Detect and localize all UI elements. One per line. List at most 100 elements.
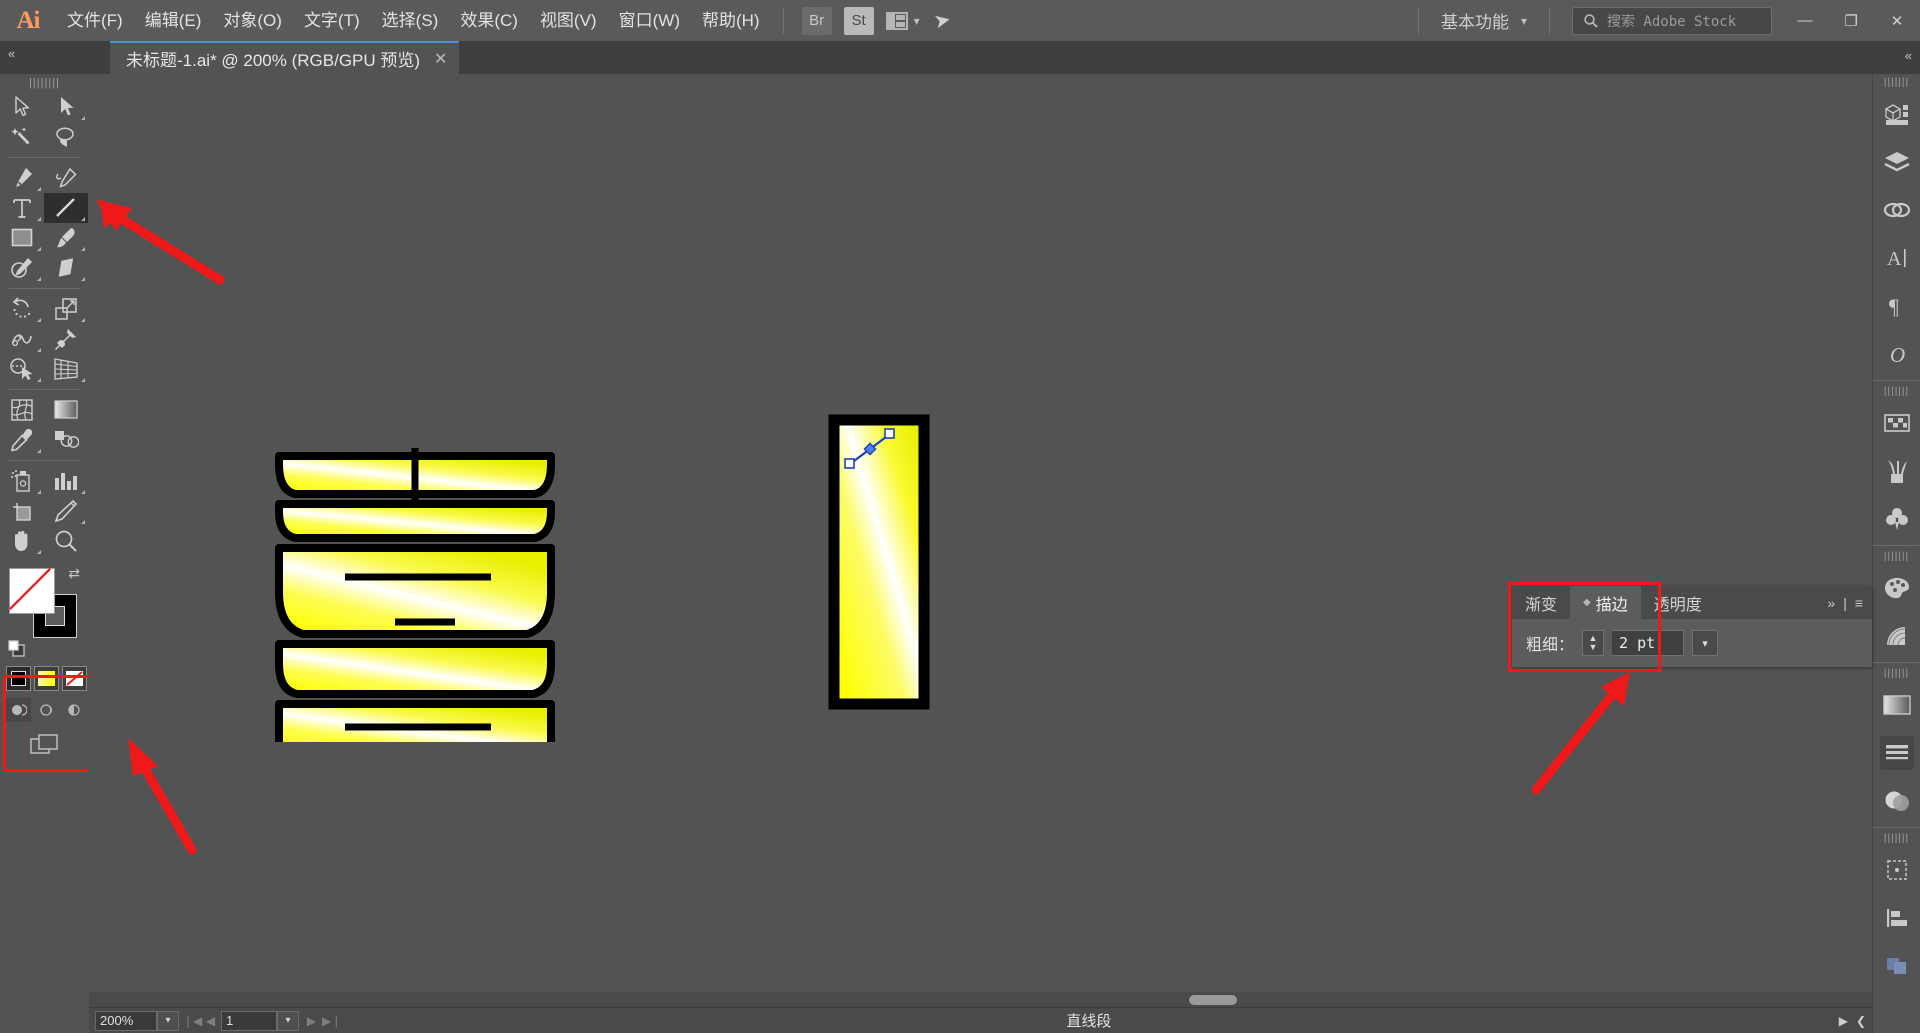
canvas-horizontal-scrollbar[interactable] <box>89 992 1872 1007</box>
slice-tool[interactable] <box>44 496 88 526</box>
stroke-weight-dropdown[interactable]: ▾ <box>1692 630 1719 656</box>
magic-wand-tool[interactable] <box>0 122 44 152</box>
panel-overflow-button[interactable]: » <box>1827 595 1835 611</box>
symbols-icon[interactable] <box>1873 495 1920 543</box>
none-button[interactable] <box>62 666 87 691</box>
document-tab[interactable]: 未标题-1.ai* @ 200% (RGB/GPU 预览) ✕ <box>110 41 460 74</box>
glyphs-icon[interactable]: O <box>1873 330 1920 378</box>
width-tool[interactable] <box>0 324 44 354</box>
properties-icon[interactable] <box>1873 90 1920 138</box>
lasso-tool[interactable] <box>44 122 88 152</box>
pathfinder-icon[interactable] <box>1873 942 1920 990</box>
stroke-weight-input[interactable]: 2 pt <box>1612 630 1685 656</box>
toolbar-collapse-button[interactable]: « <box>8 46 15 61</box>
dock-grip[interactable]: ||||||| <box>1873 383 1920 399</box>
layers-icon[interactable] <box>1873 138 1920 186</box>
scale-tool[interactable] <box>44 294 88 324</box>
chinese-character-xi-artwork[interactable] <box>265 442 565 756</box>
stroke-icon[interactable] <box>1873 729 1920 777</box>
dock-grip[interactable]: ||||||| <box>1873 665 1920 681</box>
zoom-tool[interactable] <box>44 526 88 556</box>
type-tool[interactable] <box>0 193 44 223</box>
dock-grip[interactable]: ||||||| <box>1873 830 1920 846</box>
menu-effect[interactable]: 效果(C) <box>449 0 529 41</box>
color-button[interactable] <box>6 666 31 691</box>
paragraph-icon[interactable]: ¶ <box>1873 282 1920 330</box>
paintbrush-tool[interactable] <box>44 223 88 253</box>
gradient-tool[interactable] <box>44 395 88 425</box>
dock-grip[interactable]: ||||||| <box>1873 74 1920 90</box>
color-icon[interactable] <box>1873 564 1920 612</box>
bridge-icon[interactable]: Br <box>801 6 832 35</box>
draw-behind-button[interactable] <box>34 698 59 722</box>
fill-color-swatch[interactable] <box>8 567 55 614</box>
artboard-number-input[interactable]: 1 <box>221 1010 277 1031</box>
workspace-switcher[interactable]: 基本功能 ▾ <box>1431 8 1537 33</box>
menu-edit[interactable]: 编辑(E) <box>134 0 213 41</box>
vertical-bar-artwork[interactable] <box>828 414 938 719</box>
stock-icon[interactable]: St <box>843 6 874 35</box>
tab-transparency[interactable]: 透明度 <box>1640 586 1715 619</box>
panel-menu-button[interactable]: ≡ <box>1855 595 1863 611</box>
close-button[interactable]: ✕ <box>1874 0 1920 41</box>
default-fill-stroke-icon[interactable] <box>8 640 26 658</box>
perspective-grid-tool[interactable] <box>44 354 88 384</box>
swap-fill-stroke-icon[interactable]: ⇄ <box>68 565 80 582</box>
column-graph-tool[interactable] <box>44 466 88 496</box>
screen-mode-button[interactable] <box>30 734 60 761</box>
menu-help[interactable]: 帮助(H) <box>691 0 771 41</box>
character-icon[interactable]: A <box>1873 234 1920 282</box>
transparency-icon[interactable] <box>1873 777 1920 825</box>
mesh-tool[interactable] <box>0 395 44 425</box>
tab-gradient[interactable]: 渐变 <box>1512 586 1571 619</box>
pen-tool[interactable] <box>0 163 44 193</box>
draw-normal-button[interactable] <box>6 698 31 722</box>
shaper-tool[interactable] <box>0 253 44 283</box>
artboard-tool[interactable] <box>0 496 44 526</box>
dock-grip[interactable]: ||||||| <box>1873 548 1920 564</box>
libraries-icon[interactable] <box>1873 186 1920 234</box>
zoom-dropdown-button[interactable]: ▾ <box>157 1010 179 1031</box>
status-resize-handle[interactable]: ❮ <box>1856 1014 1866 1028</box>
gradient-icon[interactable] <box>1873 681 1920 729</box>
status-menu-button[interactable]: ▶ <box>1839 1014 1848 1028</box>
hand-tool[interactable] <box>0 526 44 556</box>
menu-type[interactable]: 文字(T) <box>293 0 371 41</box>
restore-button[interactable]: ❐ <box>1828 0 1874 41</box>
arrange-documents-button[interactable]: ▾ <box>885 11 920 30</box>
rectangle-tool[interactable] <box>0 223 44 253</box>
line-segment-tool[interactable] <box>44 193 88 223</box>
menu-window[interactable]: 窗口(W) <box>608 0 691 41</box>
eyedropper-tool[interactable] <box>0 425 44 455</box>
direct-selection-tool[interactable] <box>44 92 88 122</box>
artboard-dropdown-button[interactable]: ▾ <box>277 1010 299 1031</box>
free-transform-tool[interactable] <box>44 324 88 354</box>
blend-tool[interactable] <box>44 425 88 455</box>
tab-stroke[interactable]: ◆ 描边 <box>1570 586 1641 619</box>
symbol-sprayer-tool[interactable] <box>0 466 44 496</box>
color-guide-icon[interactable] <box>1873 612 1920 660</box>
dock-collapse-button[interactable]: « <box>1905 48 1912 63</box>
swatches-icon[interactable] <box>1873 399 1920 447</box>
scrollbar-thumb[interactable] <box>1189 995 1237 1005</box>
stroke-weight-stepper[interactable]: ▲ ▼ <box>1582 630 1605 656</box>
next-artboard-button[interactable]: ▶ <box>303 1014 320 1028</box>
rotate-tool[interactable] <box>0 294 44 324</box>
toolbar-grip[interactable]: |||||||| <box>0 74 89 92</box>
eraser-tool[interactable] <box>44 253 88 283</box>
stock-search-input[interactable]: 搜索 Adobe Stock <box>1572 6 1772 35</box>
minimize-button[interactable]: — <box>1782 0 1828 41</box>
prev-artboard-button[interactable]: ◀ <box>202 1014 219 1028</box>
menu-object[interactable]: 对象(O) <box>212 0 293 41</box>
last-artboard-button[interactable]: ▶❘ <box>322 1014 341 1028</box>
zoom-level-input[interactable]: 200% <box>95 1010 157 1031</box>
rocket-icon[interactable]: ➤ <box>931 7 953 35</box>
first-artboard-button[interactable]: ❘◀ <box>183 1014 202 1028</box>
shape-builder-tool[interactable] <box>0 354 44 384</box>
menu-view[interactable]: 视图(V) <box>529 0 608 41</box>
transform-icon[interactable] <box>1873 846 1920 894</box>
menu-select[interactable]: 选择(S) <box>371 0 450 41</box>
brushes-icon[interactable] <box>1873 447 1920 495</box>
menu-file[interactable]: 文件(F) <box>56 0 134 41</box>
align-icon[interactable] <box>1873 894 1920 942</box>
